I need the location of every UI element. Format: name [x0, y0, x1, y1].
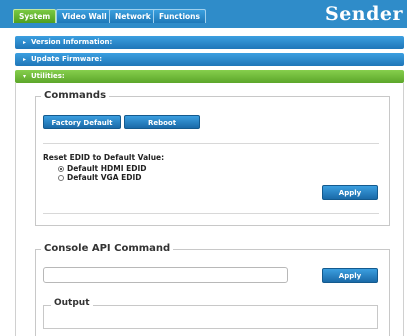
radio-default-vga-edid[interactable] — [58, 175, 64, 181]
option-label-vga: Default VGA EDID — [67, 173, 142, 182]
chevron-right-icon: ▸ — [23, 39, 27, 46]
output-area — [43, 305, 378, 329]
divider — [43, 143, 379, 144]
chevron-down-icon: ▾ — [23, 73, 27, 80]
section-label: Version Information: — [31, 38, 113, 46]
apply-console-button[interactable]: Apply — [322, 268, 378, 283]
tab-video-wall[interactable]: Video Wall — [56, 9, 113, 23]
brand-title: Sender — [324, 3, 403, 25]
chevron-right-icon: ▸ — [23, 56, 27, 63]
section-label: Update Firmware: — [31, 55, 103, 63]
utilities-panel: Commands Factory Default Reboot Reset ED… — [15, 83, 404, 336]
tab-functions[interactable]: Functions — [153, 9, 206, 23]
section-update-firmware[interactable]: ▸ Update Firmware: — [15, 53, 404, 66]
apply-edid-button[interactable]: Apply — [322, 185, 378, 200]
option-label-hdmi: Default HDMI EDID — [67, 164, 147, 173]
edid-reset-label: Reset EDID to Default Value: — [43, 153, 165, 162]
tab-system[interactable]: System — [13, 9, 57, 23]
section-version-information[interactable]: ▸ Version Information: — [15, 36, 404, 49]
output-title: Output — [51, 298, 93, 308]
divider — [43, 213, 379, 214]
tab-network[interactable]: Network — [109, 9, 157, 23]
factory-default-button[interactable]: Factory Default — [43, 115, 121, 129]
commands-title: Commands — [41, 90, 110, 101]
console-api-title: Console API Command — [41, 243, 174, 254]
reboot-button[interactable]: Reboot — [124, 115, 200, 129]
radio-default-hdmi-edid[interactable] — [58, 166, 64, 172]
console-command-input[interactable] — [43, 267, 288, 283]
top-bar: System Video Wall Network Functions Send… — [0, 0, 407, 28]
section-utilities[interactable]: ▾ Utilities: — [15, 70, 404, 83]
section-label: Utilities: — [31, 72, 65, 80]
